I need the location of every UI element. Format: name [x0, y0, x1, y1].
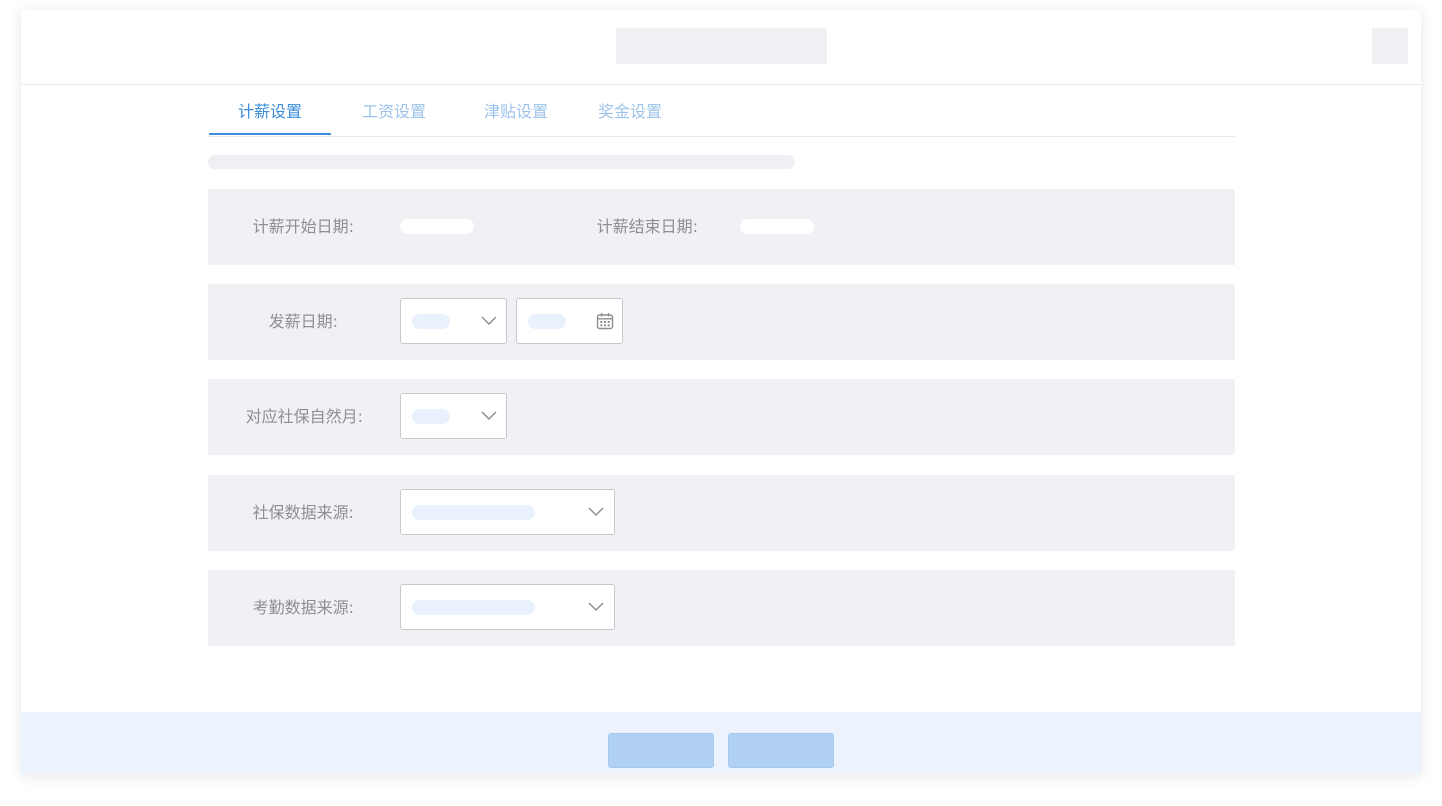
chevron-down-icon [481, 411, 497, 421]
pay-date-label: 发薪日期: [268, 312, 338, 331]
active-tab-indicator [209, 133, 331, 135]
attendance-source-row: 考勤数据来源: [208, 570, 1235, 646]
cancel-button[interactable] [728, 733, 834, 768]
social-month-row: 对应社保自然月: [208, 379, 1235, 455]
tab-allowance[interactable]: 津贴设置 [470, 84, 562, 136]
chevron-down-icon [588, 507, 604, 517]
pay-start-label: 计薪开始日期: [252, 217, 354, 236]
social-source-label: 社保数据来源: [252, 503, 354, 522]
settings-tabs: 计薪设置 工资设置 津贴设置 奖金设置 [208, 84, 1235, 137]
dialog-footer [21, 712, 1421, 774]
tab-pay-calculation[interactable]: 计薪设置 [209, 84, 331, 136]
social-month-select[interactable] [400, 393, 507, 439]
hint-placeholder [208, 155, 795, 169]
select-value-placeholder [412, 409, 450, 424]
pay-end-value [740, 219, 814, 234]
confirm-button[interactable] [608, 733, 714, 768]
pay-start-value [400, 219, 474, 234]
pay-end-label: 计薪结束日期: [596, 217, 698, 236]
attendance-source-select[interactable] [400, 584, 615, 630]
pay-date-row: 发薪日期: [208, 284, 1235, 360]
calendar-icon [596, 313, 614, 330]
pay-period-row: 计薪开始日期: 计薪结束日期: [208, 189, 1235, 265]
tab-bonus[interactable]: 奖金设置 [584, 84, 676, 136]
dialog-header [21, 10, 1421, 85]
payroll-settings-dialog: 计薪设置 工资设置 津贴设置 奖金设置 计薪开始日期: 计薪结束日期: 发薪日期… [21, 10, 1421, 774]
close-button[interactable] [1372, 28, 1408, 64]
select-value-placeholder [412, 314, 450, 329]
select-value-placeholder [412, 600, 535, 615]
social-source-select[interactable] [400, 489, 615, 535]
date-value-placeholder [528, 314, 566, 329]
tab-salary[interactable]: 工资设置 [348, 84, 440, 136]
select-value-placeholder [412, 505, 535, 520]
social-month-label: 对应社保自然月: [245, 407, 363, 426]
dialog-title-placeholder [616, 28, 827, 64]
pay-date-day-picker[interactable] [516, 298, 623, 344]
pay-date-month-select[interactable] [400, 298, 507, 344]
social-source-row: 社保数据来源: [208, 475, 1235, 551]
chevron-down-icon [588, 602, 604, 612]
attendance-source-label: 考勤数据来源: [252, 598, 354, 617]
chevron-down-icon [481, 316, 497, 326]
